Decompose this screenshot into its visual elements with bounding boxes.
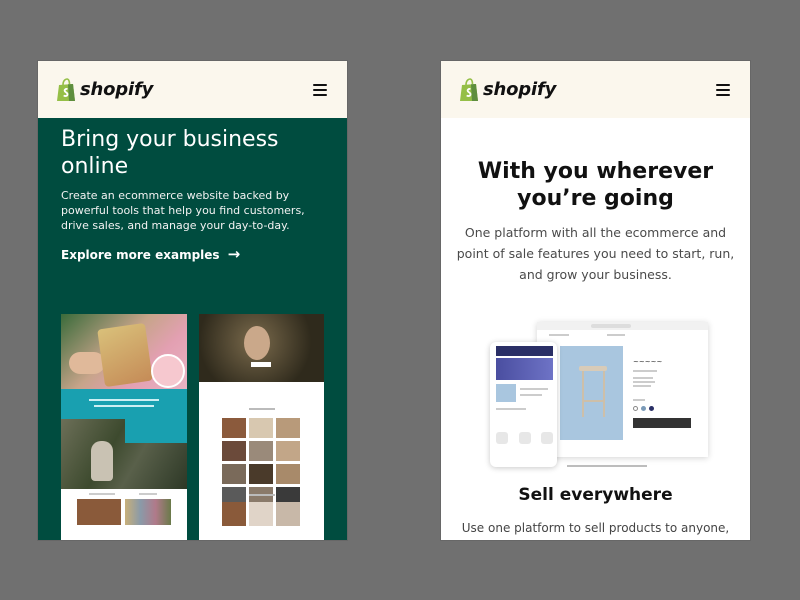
shopify-logo[interactable]: shopify — [56, 77, 154, 102]
example-store-screenshot-2[interactable] — [199, 314, 324, 540]
explore-link-label: Explore more examples — [61, 247, 220, 262]
hero-description: One platform with all the ecommerce and … — [456, 225, 735, 282]
desktop-store-mockup: ~~~~~ — [537, 322, 708, 457]
hero-title: Bring your business online — [61, 127, 279, 179]
hero-section: Bring your business online Create an eco… — [38, 118, 347, 262]
hamburger-menu-icon[interactable] — [313, 83, 327, 96]
sell-everywhere-text: Use one platform to sell products to any… — [461, 521, 730, 535]
hamburger-menu-icon[interactable] — [716, 83, 730, 96]
hero-title: With you wherever you’re going — [477, 159, 714, 211]
product-row — [222, 502, 300, 526]
example-store-screenshot-1[interactable] — [61, 314, 187, 540]
sell-everywhere-heading: Sell everywhere — [518, 485, 673, 505]
arrow-right-icon: → — [227, 245, 241, 263]
store-teal-band — [61, 389, 187, 419]
illustration-caption — [567, 465, 647, 467]
shopify-bag-icon — [57, 77, 75, 101]
explore-examples-link[interactable]: Explore more examples → — [61, 247, 325, 262]
store-section-title — [249, 494, 275, 496]
brand-name: shopify — [483, 79, 557, 100]
brand-name: shopify — [80, 79, 154, 100]
top-nav-bar: shopify — [38, 61, 347, 118]
hero-section: With you wherever you’re going One platf… — [441, 118, 750, 285]
shopify-logo[interactable]: shopify — [459, 77, 557, 102]
store-hero-image — [61, 314, 187, 389]
right-mobile-screen: shopify With you wherever you’re going O… — [441, 61, 750, 540]
store-section-title — [249, 408, 275, 410]
shopify-bag-icon — [460, 77, 478, 101]
hero-description: Create an ecommerce website backed by po… — [61, 189, 305, 232]
mobile-store-mockup — [490, 342, 557, 467]
store-preview-illustration: ~~~~~ — [490, 322, 708, 467]
left-mobile-screen: shopify Bring your business online Creat… — [38, 61, 347, 540]
store-photo — [61, 419, 187, 489]
store-hero-image — [199, 314, 324, 382]
top-nav-bar: shopify — [441, 61, 750, 118]
store-footer — [61, 489, 187, 540]
